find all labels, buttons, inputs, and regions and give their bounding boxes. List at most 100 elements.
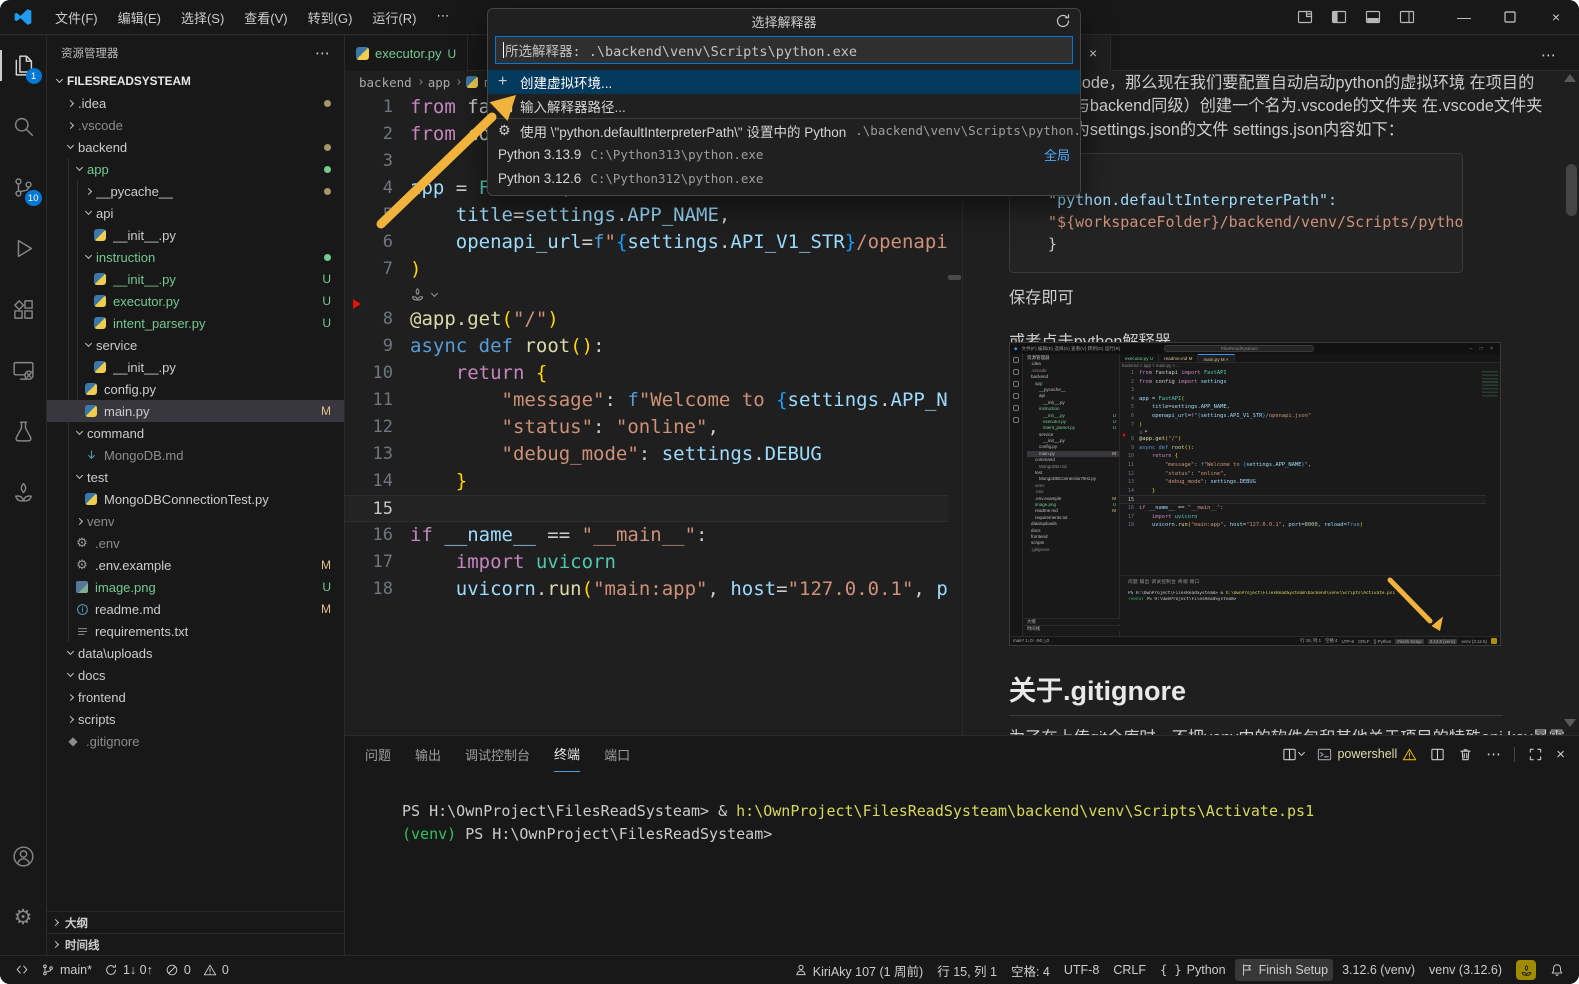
menu-item-0[interactable]: 文件(F) bbox=[46, 4, 107, 31]
activity-settings-gear-icon[interactable]: ⚙ bbox=[0, 894, 47, 941]
panel-tab-输出[interactable]: 输出 bbox=[415, 736, 441, 772]
activity-ai-knot-icon[interactable] bbox=[0, 469, 47, 516]
menu-item-1[interactable]: 编辑(E) bbox=[109, 4, 170, 31]
menu-item-2[interactable]: 选择(S) bbox=[172, 4, 233, 31]
activity-account-icon[interactable] bbox=[0, 833, 47, 880]
statusbar-warnings[interactable]: 0 bbox=[198, 963, 234, 977]
tree-item-docs[interactable]: docs bbox=[47, 664, 344, 686]
tree-item-app[interactable]: app bbox=[47, 158, 344, 180]
menu-item-4[interactable]: 转到(G) bbox=[299, 4, 362, 31]
activity-remote-explorer-icon[interactable] bbox=[0, 347, 47, 394]
preview-scrollbar[interactable] bbox=[1566, 164, 1577, 216]
statusbar-python-interpreter[interactable]: 3.12.6 (venv) bbox=[1337, 963, 1420, 977]
tree-item-service[interactable]: service bbox=[47, 334, 344, 356]
tree-item-scripts[interactable]: scripts bbox=[47, 708, 344, 730]
kill-terminal-icon[interactable] bbox=[1458, 747, 1473, 762]
statusbar-encoding[interactable]: UTF-8 bbox=[1059, 963, 1104, 977]
tree-item-__init__.py[interactable]: __init__.pyU bbox=[47, 268, 344, 290]
statusbar-comate-extension[interactable] bbox=[1511, 960, 1541, 980]
statusbar-blame-info[interactable]: KiriAky 107 (1 周前) bbox=[789, 961, 928, 980]
tree-item-instruction[interactable]: instruction bbox=[47, 246, 344, 268]
quickpick-item-4[interactable]: Python 3.12.6C:\Python312\python.exe bbox=[488, 166, 1080, 190]
activity-source-control-icon[interactable]: 10 bbox=[0, 164, 47, 211]
panel-tab-端口[interactable]: 端口 bbox=[604, 736, 630, 772]
quickpick-input[interactable]: 所选解释器: .\backend\venv\Scripts\python.exe bbox=[495, 36, 1073, 64]
statusbar-venv-indicator[interactable]: venv (3.12.6) bbox=[1424, 963, 1507, 977]
panel-tab-问题[interactable]: 问题 bbox=[365, 736, 391, 772]
tree-item-__init__.py[interactable]: __init__.py bbox=[47, 224, 344, 246]
statusbar-finish-setup[interactable]: Finish Setup bbox=[1235, 959, 1333, 981]
tree-item-api[interactable]: api bbox=[47, 202, 344, 224]
statusbar-git-branch[interactable]: main* bbox=[36, 963, 97, 977]
tree-item-__pycache__[interactable]: __pycache__ bbox=[47, 180, 344, 202]
tree-item-.env[interactable]: ⚙.env bbox=[47, 532, 344, 554]
tab-executor-py[interactable]: executor.py U bbox=[345, 36, 468, 71]
quickpick-item-2[interactable]: ⚙使用 \"python.defaultInterpreterPath\" 设置… bbox=[488, 118, 1080, 142]
sidebar-section-0[interactable]: 大纲 bbox=[47, 911, 344, 933]
statusbar-cursor-position[interactable]: 行 15, 列 1 bbox=[932, 961, 1002, 980]
terminal-output[interactable]: PS H:\OwnProject\FilesReadSysteam> & h:\… bbox=[402, 800, 1559, 846]
close-button[interactable]: × bbox=[1533, 0, 1579, 35]
tree-item-.gitignore[interactable]: ◆.gitignore bbox=[47, 730, 344, 752]
tree-item-backend[interactable]: backend bbox=[47, 136, 344, 158]
close-tab-icon[interactable]: × bbox=[1089, 45, 1097, 61]
refresh-icon[interactable] bbox=[1055, 13, 1071, 29]
minimize-button[interactable]: — bbox=[1441, 0, 1487, 35]
statusbar-git-sync[interactable]: 1↓ 0↑ bbox=[99, 963, 158, 977]
toggle-panel-icon[interactable] bbox=[1365, 9, 1381, 25]
activity-run-debug-icon[interactable] bbox=[0, 225, 47, 272]
vscode-logo-icon[interactable] bbox=[0, 7, 46, 27]
panel-tab-终端[interactable]: 终端 bbox=[554, 736, 580, 772]
tree-item-MongoDB.md[interactable]: MongoDB.md bbox=[47, 444, 344, 466]
tree-item-__init__.py[interactable]: __init__.py bbox=[47, 356, 344, 378]
statusbar-notifications[interactable] bbox=[1545, 963, 1569, 977]
activity-files-icon[interactable]: 1 bbox=[0, 42, 47, 89]
tree-item-frontend[interactable]: frontend bbox=[47, 686, 344, 708]
tree-item-datauploads[interactable]: data\uploads bbox=[47, 642, 344, 664]
tree-item-main.py[interactable]: main.pyM bbox=[47, 400, 344, 422]
explorer-more-actions-icon[interactable]: ⋯ bbox=[315, 44, 330, 62]
activity-test-beaker-icon[interactable] bbox=[0, 408, 47, 455]
quickpick-item-0[interactable]: +创建虚拟环境... bbox=[488, 70, 1080, 94]
tree-item-readme.md[interactable]: readme.mdM bbox=[47, 598, 344, 620]
sidebar-section-1[interactable]: 时间线 bbox=[47, 933, 344, 955]
scroll-down-icon[interactable] bbox=[1564, 719, 1576, 727]
tree-item-.env.example[interactable]: ⚙.env.exampleM bbox=[47, 554, 344, 576]
maximize-panel-icon[interactable] bbox=[1528, 747, 1543, 762]
quickpick-item-3[interactable]: Python 3.13.9C:\Python313\python.exe全局 bbox=[488, 142, 1080, 166]
terminal-tab-powershell[interactable]: powershell bbox=[1317, 747, 1417, 762]
maximize-button[interactable] bbox=[1487, 0, 1533, 35]
tree-item-venv[interactable]: venv bbox=[47, 510, 344, 532]
tree-item-MongoDBConnectionTest.py[interactable]: MongoDBConnectionTest.py bbox=[47, 488, 344, 510]
statusbar-remote-indicator[interactable] bbox=[10, 963, 34, 977]
close-panel-icon[interactable]: × bbox=[1556, 746, 1565, 763]
tree-item-intent_parser.py[interactable]: intent_parser.pyU bbox=[47, 312, 344, 334]
tree-item-requirements.txt[interactable]: requirements.txt bbox=[47, 620, 344, 642]
menu-item-3[interactable]: 查看(V) bbox=[235, 4, 296, 31]
inline-ai-widget[interactable] bbox=[345, 283, 948, 306]
statusbar-errors[interactable]: 0 bbox=[160, 963, 196, 977]
editor-more-actions-icon[interactable]: ⋯ bbox=[1541, 46, 1557, 64]
statusbar-language-mode[interactable]: { }Python bbox=[1155, 963, 1231, 977]
scroll-up-icon[interactable] bbox=[1564, 74, 1576, 82]
scrollbar-handle[interactable] bbox=[948, 275, 961, 280]
tree-item-test[interactable]: test bbox=[47, 466, 344, 488]
statusbar-eol[interactable]: CRLF bbox=[1108, 963, 1151, 977]
tree-item-executor.py[interactable]: executor.pyU bbox=[47, 290, 344, 312]
activity-search-icon[interactable] bbox=[0, 103, 47, 150]
tree-item-config.py[interactable]: config.py bbox=[47, 378, 344, 400]
tree-item-image.png[interactable]: image.pngU bbox=[47, 576, 344, 598]
toggle-secondary-sidebar-icon[interactable] bbox=[1399, 9, 1415, 25]
statusbar-indentation[interactable]: 空格: 4 bbox=[1006, 961, 1055, 980]
quickpick-item-1[interactable]: 输入解释器路径... bbox=[488, 94, 1080, 118]
panel-tab-调试控制台[interactable]: 调试控制台 bbox=[465, 736, 530, 772]
launch-profile-icon[interactable] bbox=[1282, 747, 1304, 762]
menu-item-5[interactable]: 运行(R) bbox=[363, 4, 425, 31]
toggle-sidebar-icon[interactable] bbox=[1331, 9, 1347, 25]
tree-item-.idea[interactable]: .idea bbox=[47, 92, 344, 114]
menu-item-6[interactable]: ⋯ bbox=[427, 4, 458, 31]
tree-item-command[interactable]: command bbox=[47, 422, 344, 444]
split-terminal-icon[interactable] bbox=[1430, 747, 1445, 762]
tree-root-filesreadsysteam[interactable]: FILESREADSYSTEAM bbox=[47, 70, 344, 92]
customize-layout-icon[interactable] bbox=[1297, 9, 1313, 25]
